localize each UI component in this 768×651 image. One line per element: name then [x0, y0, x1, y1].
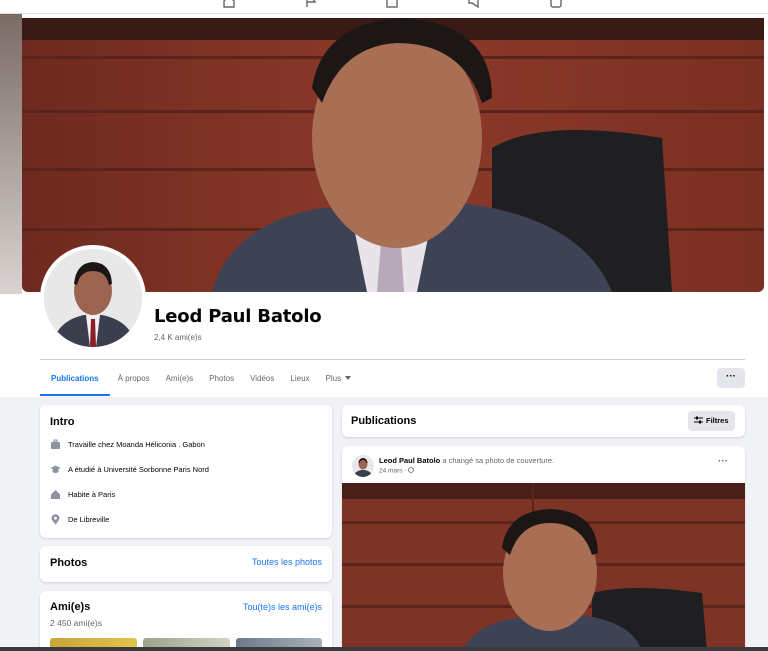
intro-item-origin: De Libreville [50, 514, 109, 525]
tab-more[interactable]: Plus [318, 366, 360, 396]
intro-work-text: Travaille chez Moanda Héliconia . Gabon [68, 440, 205, 449]
home-icon [51, 490, 60, 499]
tab-places[interactable]: Lieux [282, 366, 317, 396]
profile-tabs: Publications À propos Ami(e)s Photos Vid… [40, 366, 359, 396]
photos-card: Photos Toutes les photos [40, 546, 332, 582]
post-image[interactable] [342, 483, 745, 651]
bottom-edge [0, 647, 768, 651]
photos-title: Photos [50, 557, 88, 569]
all-photos-link[interactable]: Toutes les photos [252, 557, 322, 567]
briefcase-icon [51, 439, 60, 449]
intro-origin-text: De Libreville [68, 515, 110, 524]
all-friends-link[interactable]: Tou(te)s les ami(e)s [243, 602, 322, 612]
top-navigation-bar [0, 0, 768, 14]
graduation-cap-icon [50, 465, 61, 473]
intro-item-work: Travaille chez Moanda Héliconia . Gabon [50, 439, 205, 450]
friends-title: Ami(e)s [50, 601, 91, 613]
post-header-text: Leod Paul Batolo a changé sa photo de co… [379, 456, 554, 465]
filters-label: Filtres [706, 416, 729, 425]
intro-card: Intro Travaille chez Moanda Héliconia . … [40, 405, 332, 538]
publications-title: Publications [351, 415, 417, 427]
profile-name: Leod Paul Batolo [154, 306, 322, 327]
post-author-avatar[interactable] [352, 455, 374, 477]
tab-photos[interactable]: Photos [201, 366, 242, 396]
gaming-icon[interactable] [549, 0, 563, 8]
intro-item-residence: Habite à Paris [50, 489, 115, 500]
tab-more-label: Plus [325, 374, 342, 383]
tab-publications[interactable]: Publications [40, 366, 110, 396]
post-action-text: a changé sa photo de couverture. [440, 456, 555, 465]
cover-photo[interactable] [22, 18, 764, 292]
intro-item-education: A étudié à Université Sorbonne Paris Nor… [50, 464, 209, 475]
friends-total: 2 450 ami(e)s [50, 618, 102, 628]
intro-residence-text: Habite à Paris [68, 490, 116, 499]
publications-header-card: Publications [342, 405, 745, 437]
more-options-button[interactable]: ··· [717, 368, 745, 388]
flag-icon[interactable] [304, 0, 318, 8]
globe-icon [408, 467, 415, 473]
megaphone-icon[interactable] [467, 0, 481, 8]
post-menu-button[interactable]: ··· [718, 456, 728, 467]
background-edge [0, 14, 22, 294]
profile-avatar[interactable] [40, 245, 146, 351]
intro-education-text: A étudié à Université Sorbonne Paris Nor… [68, 465, 209, 474]
marketplace-icon[interactable] [385, 0, 399, 8]
post-author-name[interactable]: Leod Paul Batolo [379, 456, 440, 465]
tab-about[interactable]: À propos [110, 366, 158, 396]
post-timestamp[interactable]: 24 mars · [379, 467, 415, 475]
location-pin-icon [51, 514, 60, 525]
tab-friends[interactable]: Ami(e)s [158, 366, 202, 396]
home-icon[interactable] [222, 0, 236, 8]
tab-videos[interactable]: Vidéos [242, 366, 282, 396]
filters-button[interactable]: Filtres [688, 411, 735, 431]
post-date-text: 24 mars · [379, 467, 409, 475]
chevron-down-icon [345, 376, 352, 380]
friends-count[interactable]: 2,4 K ami(e)s [154, 333, 202, 342]
header-divider [40, 359, 745, 360]
sliders-icon [694, 416, 703, 424]
intro-title: Intro [50, 416, 75, 428]
